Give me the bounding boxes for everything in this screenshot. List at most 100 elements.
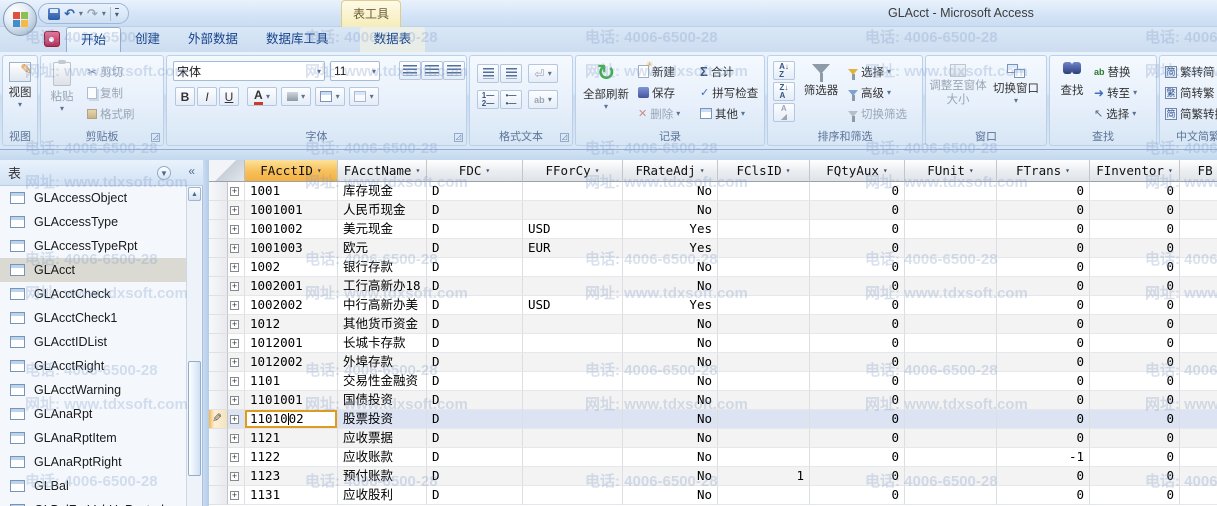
expand-cell[interactable]: +: [228, 334, 245, 353]
expand-plus-icon[interactable]: +: [230, 263, 239, 272]
cell-FInventor[interactable]: 0: [1090, 391, 1180, 410]
row-selector[interactable]: [209, 296, 228, 315]
expand-plus-icon[interactable]: +: [230, 415, 239, 424]
cell-FTrans[interactable]: 0: [997, 372, 1090, 391]
cell-FClsID[interactable]: [718, 353, 810, 372]
table-row[interactable]: +1002002中行高新办美DUSDYes000: [209, 296, 1217, 315]
convert-button[interactable]: 简简繁转换: [1165, 104, 1217, 123]
sidebar-item-GLAccessType[interactable]: GLAccessType: [0, 210, 187, 234]
cell-FDC[interactable]: D: [427, 201, 523, 220]
cell-FB[interactable]: [1180, 372, 1217, 391]
totals-button[interactable]: Σ合计: [700, 62, 734, 81]
expand-cell[interactable]: +: [228, 201, 245, 220]
new-record-button[interactable]: 新建: [638, 62, 675, 81]
cell-FB[interactable]: [1180, 239, 1217, 258]
cell-FB[interactable]: [1180, 220, 1217, 239]
column-dropdown-icon[interactable]: ▾: [1168, 166, 1173, 175]
column-header-FAcctName[interactable]: FAcctName▾: [338, 160, 427, 182]
cell-FQtyAux[interactable]: 0: [810, 372, 905, 391]
cell-FB[interactable]: [1180, 486, 1217, 505]
shutter-close-icon[interactable]: «: [188, 164, 195, 178]
cell-FAcctID[interactable]: 1012: [245, 315, 338, 334]
table-row[interactable]: +1012其他货币资金DNo000: [209, 315, 1217, 334]
expand-cell[interactable]: +: [228, 258, 245, 277]
table-row[interactable]: +1012002外埠存款DNo000: [209, 353, 1217, 372]
cell-FAcctName[interactable]: 交易性金融资: [338, 372, 427, 391]
cell-FAcctName[interactable]: 股票投资: [338, 410, 427, 429]
goto-button[interactable]: ➜转至 ▾: [1094, 83, 1137, 102]
expand-plus-icon[interactable]: +: [230, 206, 239, 215]
undo-dropdown-icon[interactable]: ▾: [79, 9, 83, 18]
column-header-FForCy[interactable]: FForCy▾: [523, 160, 623, 182]
cell-FB[interactable]: [1180, 315, 1217, 334]
cell-FUnit[interactable]: [905, 467, 997, 486]
cell-FDC[interactable]: D: [427, 315, 523, 334]
replace-button[interactable]: ab替换: [1094, 62, 1131, 81]
sort-descending-button[interactable]: Z↓A: [773, 82, 795, 101]
expand-plus-icon[interactable]: +: [230, 339, 239, 348]
cell-FClsID[interactable]: [718, 296, 810, 315]
expand-cell[interactable]: +: [228, 239, 245, 258]
cell-FUnit[interactable]: [905, 334, 997, 353]
column-dropdown-icon[interactable]: ▾: [485, 166, 490, 175]
cell-FB[interactable]: [1180, 410, 1217, 429]
cell-FB[interactable]: [1180, 296, 1217, 315]
column-dropdown-icon[interactable]: ▾: [883, 166, 888, 175]
sort-ascending-button[interactable]: A↓Z: [773, 61, 795, 80]
cell-FAcctName[interactable]: 中行高新办美: [338, 296, 427, 315]
cell-FDC[interactable]: D: [427, 372, 523, 391]
save-icon[interactable]: [48, 8, 60, 20]
expand-cell[interactable]: +: [228, 429, 245, 448]
fill-color-button[interactable]: ▾: [281, 87, 311, 106]
cell-FB[interactable]: [1180, 467, 1217, 486]
cell-FTrans[interactable]: 0: [997, 486, 1090, 505]
nav-pane-dropdown-icon[interactable]: ▼: [157, 166, 171, 180]
italic-button[interactable]: I: [197, 87, 217, 106]
cell-FUnit[interactable]: [905, 201, 997, 220]
cell-FForCy[interactable]: [523, 467, 623, 486]
cell-FAcctID[interactable]: 1001003: [245, 239, 338, 258]
cell-FQtyAux[interactable]: 0: [810, 391, 905, 410]
cell-FRateAdj[interactable]: No: [623, 448, 718, 467]
cell-FQtyAux[interactable]: 0: [810, 220, 905, 239]
cell-FAcctID[interactable]: 1121: [245, 429, 338, 448]
row-selector[interactable]: [209, 391, 228, 410]
cell-FB[interactable]: [1180, 429, 1217, 448]
numbered-list-button[interactable]: 1—2—: [477, 90, 499, 109]
cell-FUnit[interactable]: [905, 315, 997, 334]
row-selector[interactable]: [209, 486, 228, 505]
cell-FB[interactable]: [1180, 391, 1217, 410]
cell-FDC[interactable]: D: [427, 277, 523, 296]
cell-FForCy[interactable]: [523, 391, 623, 410]
cell-FInventor[interactable]: 0: [1090, 182, 1180, 201]
expand-plus-icon[interactable]: +: [230, 187, 239, 196]
cell-FForCy[interactable]: [523, 258, 623, 277]
cell-FForCy[interactable]: EUR: [523, 239, 623, 258]
table-row[interactable]: +1001002美元现金DUSDYes000: [209, 220, 1217, 239]
cell-FInventor[interactable]: 0: [1090, 372, 1180, 391]
row-selector[interactable]: [209, 258, 228, 277]
cell-FRateAdj[interactable]: No: [623, 486, 718, 505]
expand-plus-icon[interactable]: +: [230, 225, 239, 234]
gridlines-button[interactable]: ▾: [315, 87, 345, 106]
cell-FAcctID[interactable]: 1131: [245, 486, 338, 505]
tab-数据表[interactable]: 数据表: [360, 27, 426, 52]
cell-FAcctID[interactable]: 1002002: [245, 296, 338, 315]
column-dropdown-icon[interactable]: ▾: [415, 166, 420, 175]
cell-FAcctID[interactable]: 1002001: [245, 277, 338, 296]
table-row[interactable]: +1131应收股利DNo000: [209, 486, 1217, 505]
cell-FAcctName[interactable]: 人民币现金: [338, 201, 427, 220]
expand-cell[interactable]: +: [228, 353, 245, 372]
decrease-indent-button[interactable]: [477, 64, 499, 83]
cell-FTrans[interactable]: 0: [997, 182, 1090, 201]
cell-FQtyAux[interactable]: 0: [810, 467, 905, 486]
cell-FQtyAux[interactable]: 0: [810, 239, 905, 258]
cell-FAcctID[interactable]: 1001001: [245, 201, 338, 220]
column-dropdown-icon[interactable]: ▾: [1065, 166, 1070, 175]
cell-FInventor[interactable]: 0: [1090, 277, 1180, 296]
expand-cell[interactable]: +: [228, 296, 245, 315]
cell-FQtyAux[interactable]: 0: [810, 334, 905, 353]
cell-FForCy[interactable]: [523, 448, 623, 467]
cell-FUnit[interactable]: [905, 182, 997, 201]
expand-cell[interactable]: +: [228, 277, 245, 296]
